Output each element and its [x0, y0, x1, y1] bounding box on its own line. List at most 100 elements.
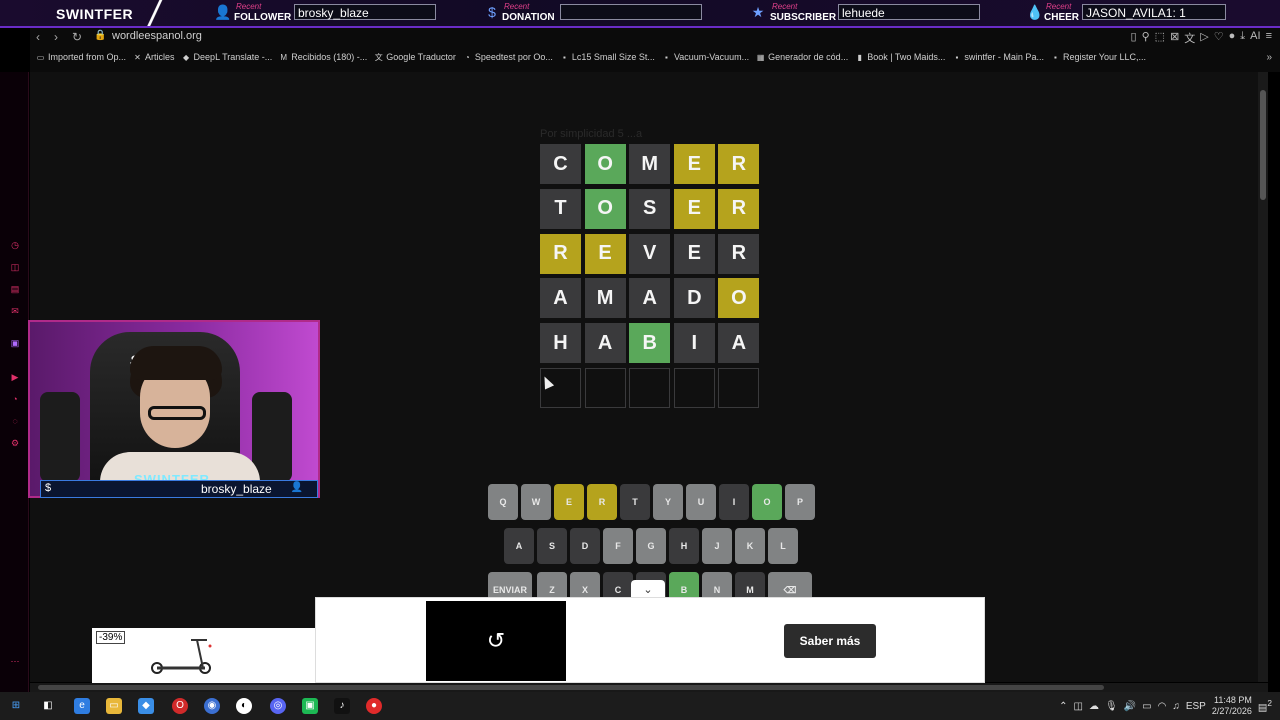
sidebar-icon[interactable]: ▯	[1131, 30, 1137, 46]
notification-icon[interactable]: ▤2	[1258, 698, 1272, 713]
key-q[interactable]: Q	[488, 484, 518, 520]
bookmarks-more-icon[interactable]: »	[1266, 52, 1272, 63]
discord-icon[interactable]: ◎	[270, 698, 286, 714]
bookmark-item[interactable]: ▪ Vacuum-Vacuum...	[662, 52, 756, 62]
rail-mail-icon[interactable]: ✉	[10, 306, 20, 316]
bookmark-item[interactable]: ▭ Imported from Op...	[36, 52, 133, 62]
overlay-cheer: 💧 Recent CHEER JASON_AVILA1: 1	[1026, 2, 1228, 24]
translate-icon[interactable]: 文	[1184, 30, 1195, 46]
app-icon-3[interactable]: ◐	[236, 698, 252, 714]
board-tile: E	[673, 233, 715, 274]
screenshot-icon[interactable]: ⬚	[1155, 30, 1165, 46]
bookmark-label: DeepL Translate -...	[193, 52, 273, 62]
scrollbar-thumb[interactable]	[1260, 90, 1266, 200]
bookmark-item[interactable]: ▮ Book | Two Maids...	[855, 52, 952, 62]
app-icon-4[interactable]: ▣	[302, 698, 318, 714]
tray-app-icon[interactable]: ◫	[1074, 701, 1083, 712]
notification-count: 2	[1267, 698, 1272, 709]
wifi-icon[interactable]: ◠	[1158, 701, 1167, 712]
key-f[interactable]: F	[603, 528, 633, 564]
key-g[interactable]: G	[636, 528, 666, 564]
key-r[interactable]: R	[587, 484, 617, 520]
rail-chat-icon[interactable]: ▤	[10, 284, 20, 294]
scooter-ad[interactable]: -39%	[92, 628, 316, 683]
task-view-icon[interactable]: ◧	[40, 698, 56, 714]
video-ad-banner[interactable]: ↺ Saber más	[315, 597, 985, 683]
replay-icon[interactable]: ↺	[487, 628, 505, 654]
key-t[interactable]: T	[620, 484, 650, 520]
volume-icon[interactable]: 🔊	[1124, 701, 1136, 712]
bookmark-item[interactable]: ◔ Speedtest por Oo...	[463, 52, 560, 62]
reload-icon[interactable]: ↻	[72, 30, 82, 44]
opera-gx-icon[interactable]: O	[172, 698, 188, 714]
collapse-ad-chevron-icon[interactable]: ⌄	[631, 580, 665, 598]
app-icon-2[interactable]: ◉	[204, 698, 220, 714]
key-l[interactable]: L	[768, 528, 798, 564]
ai-button[interactable]: AI	[1250, 30, 1260, 46]
menu-icon[interactable]: ≡	[1266, 30, 1272, 46]
key-h[interactable]: H	[669, 528, 699, 564]
horizontal-scrollbar[interactable]	[30, 683, 1268, 692]
key-w[interactable]: W	[521, 484, 551, 520]
star-icon: ★	[751, 4, 765, 20]
profile-icon[interactable]: ●	[1229, 30, 1236, 46]
bookmark-item[interactable]: ◆ DeepL Translate -...	[182, 52, 280, 62]
bookmark-item[interactable]: M Recibidos (180) -...	[279, 52, 374, 62]
bookmark-item[interactable]: ▦ Generador de cód...	[756, 52, 855, 62]
bookmark-item[interactable]: ✕ Articles	[133, 52, 182, 62]
rail-twitch-icon[interactable]: ▣	[10, 338, 20, 348]
start-icon[interactable]: ⊞	[8, 698, 24, 714]
bookmark-item[interactable]: ▪ Lc15 Small Size St...	[560, 52, 662, 62]
address-bar[interactable]: wordleespanol.org	[112, 30, 202, 42]
clock[interactable]: 11:48 PM 2/27/2026	[1212, 695, 1252, 717]
key-e[interactable]: E	[554, 484, 584, 520]
rail-play-icon[interactable]: ▶	[10, 372, 20, 382]
bookmark-item[interactable]: ▪ swintfer - Main Pa...	[952, 52, 1051, 62]
tray-cloud-icon[interactable]: ☁	[1089, 701, 1099, 712]
tiktok-icon[interactable]: ♪	[334, 698, 350, 714]
webcam-name-bar: $ brosky_blaze 👤	[40, 480, 318, 498]
rail-settings-icon[interactable]: ⚙	[10, 438, 20, 448]
system-tray: ⌃ ◫ ☁ 🎙 🔊 ▭ ◠ ♫ ESP 11:48 PM 2/27/2026 ▤…	[1059, 692, 1280, 720]
key-k[interactable]: K	[735, 528, 765, 564]
ad-video-player[interactable]: ↺	[426, 601, 566, 681]
rail-history-icon[interactable]: ◷	[10, 240, 20, 250]
edge-icon[interactable]: e	[74, 698, 90, 714]
key-d[interactable]: D	[570, 528, 600, 564]
back-icon[interactable]: ‹	[36, 30, 40, 44]
key-i[interactable]: I	[719, 484, 749, 520]
key-p[interactable]: P	[785, 484, 815, 520]
learn-more-button[interactable]: Saber más	[784, 624, 876, 658]
volume-2-icon[interactable]: ♫	[1172, 701, 1180, 712]
pin-icon[interactable]: ⚲	[1142, 30, 1150, 46]
key-a[interactable]: A	[504, 528, 534, 564]
cheer-drop-icon: 💧	[1026, 4, 1044, 20]
app-icon-5[interactable]: ●	[366, 698, 382, 714]
hscroll-thumb[interactable]	[38, 685, 1104, 690]
key-j[interactable]: J	[702, 528, 732, 564]
play-icon[interactable]: ▷	[1200, 30, 1208, 46]
rail-more-icon[interactable]: ⋯	[10, 656, 20, 666]
bookmark-item[interactable]: ▪ Register Your LLC,...	[1051, 52, 1153, 62]
key-u[interactable]: U	[686, 484, 716, 520]
rail-bubble-icon[interactable]: ◌	[10, 416, 20, 426]
download-icon[interactable]: ⤓	[1240, 30, 1245, 46]
forward-icon[interactable]: ›	[54, 30, 58, 44]
rail-bag-icon[interactable]: ◫	[10, 262, 20, 272]
rail-clock-icon[interactable]: ◔	[10, 394, 20, 404]
tray-display-icon[interactable]: ▭	[1142, 701, 1151, 712]
extension-icon[interactable]: ⊠	[1170, 30, 1179, 46]
bookmark-item[interactable]: 文 Google Traductor	[374, 52, 463, 62]
overlay-brand: SWINTFER	[56, 6, 134, 22]
vertical-scrollbar[interactable]	[1258, 72, 1268, 682]
app-icon-1[interactable]: ◆	[138, 698, 154, 714]
key-y[interactable]: Y	[653, 484, 683, 520]
key-o[interactable]: O	[752, 484, 782, 520]
tray-chevron-icon[interactable]: ⌃	[1059, 701, 1067, 712]
board-tile: B	[629, 323, 671, 364]
heart-icon[interactable]: ♡	[1214, 30, 1224, 46]
language-indicator[interactable]: ESP	[1186, 701, 1206, 712]
mic-icon[interactable]: 🎙	[1105, 701, 1118, 712]
key-s[interactable]: S	[537, 528, 567, 564]
file-explorer-icon[interactable]: ▭	[106, 698, 122, 714]
